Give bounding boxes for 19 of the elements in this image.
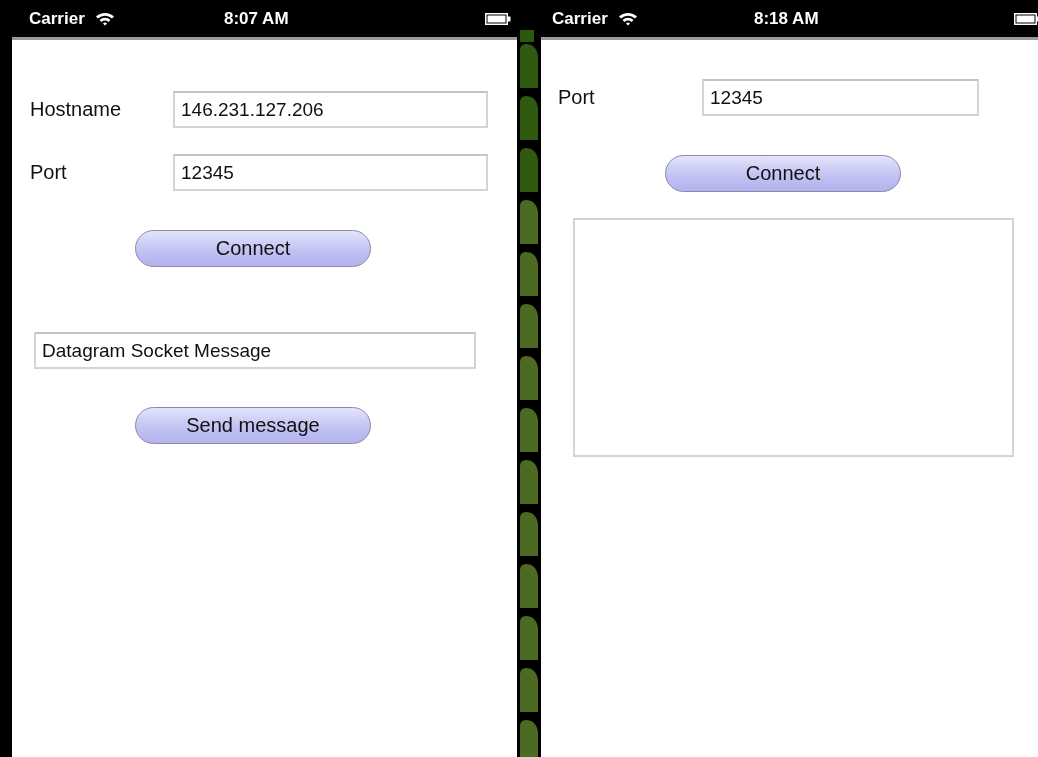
battery-icon <box>1014 13 1038 25</box>
input-field[interactable]: 12345 <box>173 154 488 191</box>
clock-time: 8:07 AM <box>224 9 289 29</box>
carrier-label: Carrier <box>29 8 85 29</box>
field-label: Port <box>30 161 68 184</box>
carrier-label: Carrier <box>552 8 608 29</box>
connect-button[interactable]: Connect <box>135 230 371 267</box>
wifi-icon <box>94 11 115 26</box>
message-field[interactable]: Datagram Socket Message <box>34 332 476 369</box>
connect-button[interactable]: Connect <box>665 155 901 192</box>
input-field[interactable]: 12345 <box>702 79 979 116</box>
wifi-icon <box>617 11 638 26</box>
send-button[interactable]: Send message <box>135 407 371 444</box>
input-field[interactable]: 146.231.127.206 <box>173 91 488 128</box>
battery-icon <box>485 13 511 25</box>
field-label: Port <box>558 86 596 109</box>
clock-time: 8:18 AM <box>754 9 819 29</box>
text-area[interactable] <box>573 218 1014 457</box>
field-label: Hostname <box>30 98 123 121</box>
